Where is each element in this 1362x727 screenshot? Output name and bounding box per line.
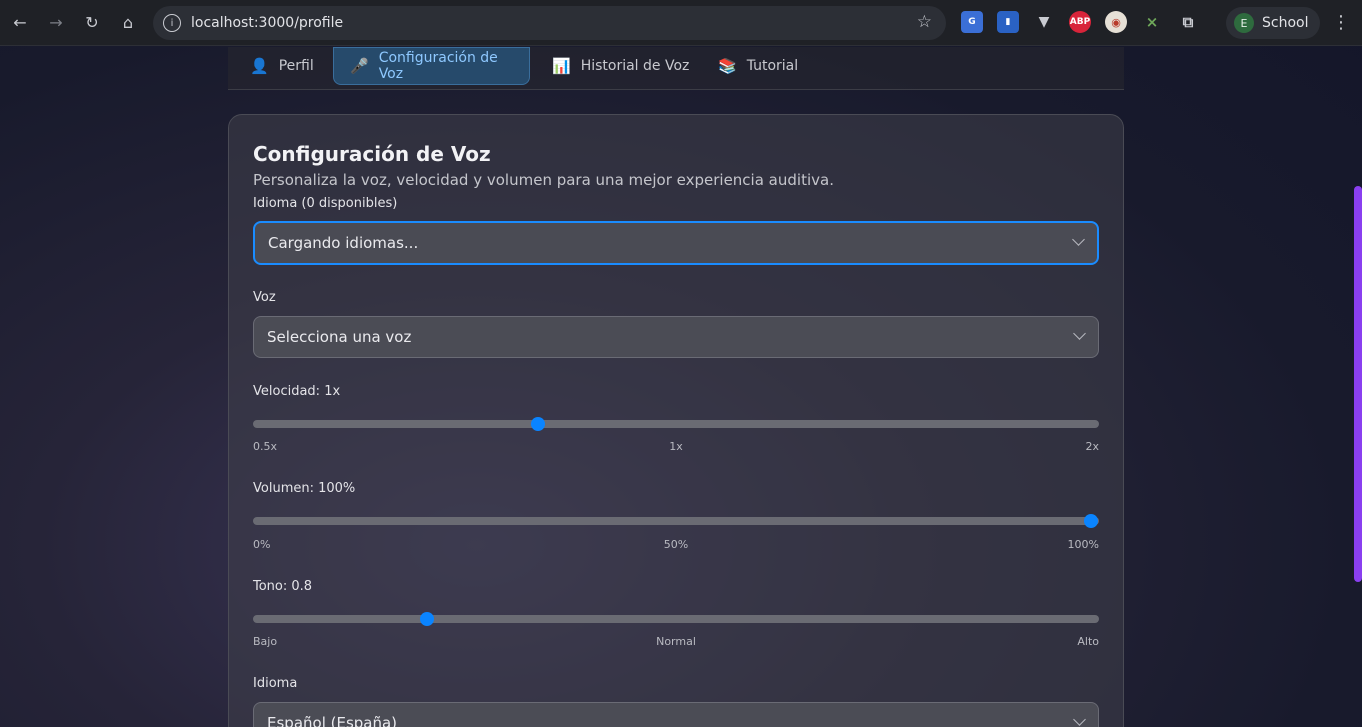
bookmark-star-icon[interactable]: ☆ bbox=[917, 12, 932, 32]
page-scrollbar[interactable] bbox=[1354, 186, 1362, 582]
voice-settings-card: Configuración de Voz Personaliza la voz,… bbox=[228, 114, 1124, 727]
bookmark-icon[interactable]: ▮ bbox=[997, 11, 1019, 33]
site-info-icon[interactable]: i bbox=[163, 14, 181, 32]
profile-tabs: 👤 Perfil 🎤 Configuración de Voz 📊 Histor… bbox=[228, 47, 1124, 90]
pitch-ticks: Bajo Normal Alto bbox=[253, 635, 1099, 649]
tick-high: Alto bbox=[1077, 635, 1099, 648]
chevron-down-icon bbox=[1073, 327, 1086, 340]
card-subtitle: Personaliza la voz, velocidad y volumen … bbox=[253, 171, 834, 189]
avatar: E bbox=[1234, 13, 1254, 33]
profile-chip[interactable]: E School bbox=[1226, 7, 1320, 39]
tick-min: 0.5x bbox=[253, 440, 278, 453]
reload-icon[interactable]: ↻ bbox=[78, 9, 106, 37]
tab-label: Configuración de Voz bbox=[378, 50, 498, 82]
adblock-icon[interactable]: ABP bbox=[1069, 11, 1091, 33]
volume-thumb[interactable] bbox=[1084, 514, 1099, 528]
card-title: Configuración de Voz bbox=[253, 142, 491, 166]
puzzle-x-icon[interactable]: ⨯ bbox=[1141, 11, 1163, 33]
microphone-icon: 🎤 bbox=[350, 57, 369, 75]
tab-voice-history[interactable]: 📊 Historial de Voz bbox=[536, 47, 705, 85]
tab-label: Tutorial bbox=[746, 58, 799, 74]
tick-max: 100% bbox=[1067, 538, 1099, 551]
voice-value: Selecciona una voz bbox=[267, 328, 412, 346]
address-bar[interactable]: i localhost:3000/profile ☆ bbox=[153, 6, 946, 40]
idioma-value: Español (España) bbox=[267, 714, 398, 727]
tick-max: 2x bbox=[1085, 440, 1099, 453]
speed-slider[interactable] bbox=[253, 417, 1099, 431]
pitch-thumb[interactable] bbox=[420, 612, 435, 626]
vee-icon[interactable]: ▼ bbox=[1033, 11, 1055, 33]
books-icon: 📚 bbox=[718, 57, 737, 75]
extensions-icon[interactable]: ⧉ bbox=[1177, 11, 1199, 33]
tab-label: Historial de Voz bbox=[580, 58, 690, 74]
chevron-down-icon bbox=[1073, 713, 1086, 726]
voice-select[interactable]: Selecciona una voz bbox=[253, 316, 1099, 358]
speed-label: Velocidad: 1x bbox=[253, 384, 341, 399]
speed-ticks: 0.5x 1x 2x bbox=[253, 440, 1099, 454]
volume-label: Volumen: 100% bbox=[253, 481, 356, 496]
tab-voice-settings[interactable]: 🎤 Configuración de Voz bbox=[333, 47, 530, 85]
tab-label: Perfil bbox=[278, 58, 314, 74]
language-select[interactable]: Cargando idiomas... bbox=[253, 221, 1099, 265]
tick-mid: 1x bbox=[669, 440, 683, 453]
profile-name: School bbox=[1262, 15, 1309, 31]
volume-slider[interactable] bbox=[253, 514, 1099, 528]
browser-toolbar: ← → ↻ ⌂ i localhost:3000/profile ☆ G ▮ ▼… bbox=[0, 0, 1362, 46]
tick-low: Bajo bbox=[253, 635, 278, 648]
idioma-select[interactable]: Español (España) bbox=[253, 702, 1099, 727]
user-icon: 👤 bbox=[250, 57, 269, 75]
back-icon[interactable]: ← bbox=[6, 9, 34, 37]
chevron-down-icon bbox=[1072, 233, 1085, 246]
tick-min: 0% bbox=[253, 538, 271, 551]
speed-thumb[interactable] bbox=[531, 417, 546, 431]
pitch-slider[interactable] bbox=[253, 612, 1099, 626]
home-icon[interactable]: ⌂ bbox=[114, 9, 142, 37]
browser-menu-icon[interactable]: ⋮ bbox=[1332, 12, 1350, 33]
volume-ticks: 0% 50% 100% bbox=[253, 538, 1099, 552]
pitch-label: Tono: 0.8 bbox=[253, 579, 313, 594]
voice-label: Voz bbox=[253, 290, 276, 305]
forward-icon[interactable]: → bbox=[42, 9, 70, 37]
idioma-label: Idioma bbox=[253, 676, 298, 691]
tab-tutorial[interactable]: 📚 Tutorial bbox=[702, 47, 814, 85]
language-label: Idioma (0 disponibles) bbox=[253, 196, 398, 211]
translate-icon[interactable]: G bbox=[961, 11, 983, 33]
tick-mid: 50% bbox=[663, 538, 689, 551]
language-value: Cargando idiomas... bbox=[268, 234, 419, 252]
tab-perfil[interactable]: 👤 Perfil bbox=[234, 47, 330, 85]
tick-normal: Normal bbox=[656, 635, 696, 648]
mask-icon[interactable]: ◉ bbox=[1105, 11, 1127, 33]
url-text[interactable]: localhost:3000/profile bbox=[191, 15, 343, 31]
chart-icon: 📊 bbox=[552, 57, 571, 75]
